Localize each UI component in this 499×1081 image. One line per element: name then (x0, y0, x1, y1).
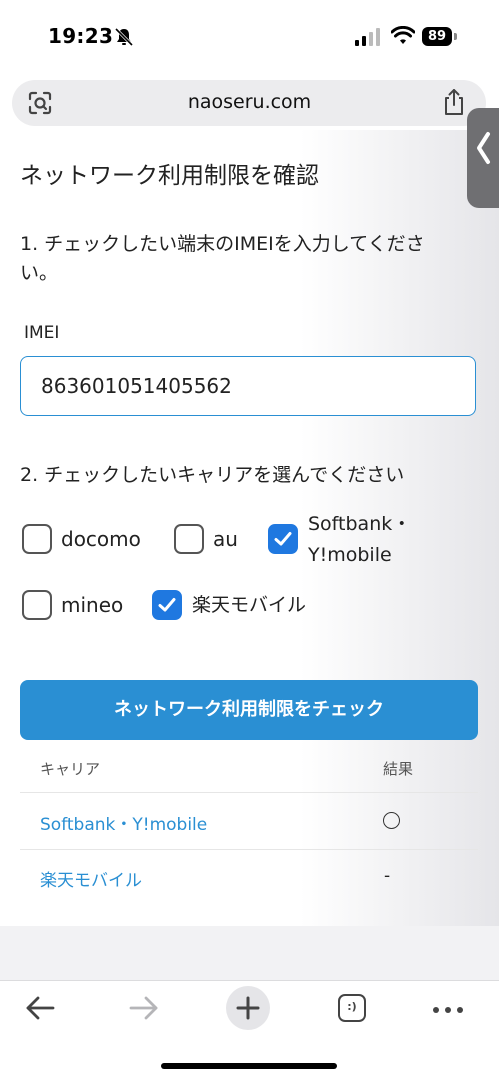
new-tab-button[interactable] (226, 986, 270, 1030)
status-bar: 19:23 89 (0, 0, 499, 74)
battery-level: 89 (422, 27, 452, 46)
table-divider (20, 792, 478, 793)
checkbox-mineo[interactable] (22, 590, 52, 620)
checkbox-softbank[interactable] (268, 524, 298, 554)
cellular-signal-icon (355, 28, 380, 46)
more-dots-icon[interactable] (432, 1006, 464, 1014)
checkbox-label-rakuten[interactable]: 楽天モバイル (192, 590, 306, 620)
checkbox-label-softbank[interactable]: Softbank・Y!mobile (308, 509, 428, 571)
checkmark-icon (158, 598, 176, 612)
tabs-button[interactable]: :) (338, 994, 366, 1022)
result-ok-icon (383, 812, 400, 829)
wifi-icon (391, 26, 415, 44)
page-title: ネットワーク利用制限を確認 (20, 163, 319, 189)
imei-label: IMEI (24, 323, 60, 343)
check-network-restriction-button[interactable]: ネットワーク利用制限をチェック (20, 680, 478, 740)
table-divider (20, 849, 478, 850)
table-header-carrier: キャリア (40, 760, 101, 778)
step1-instruction: 1. チェックしたい端末のIMEIを入力してください。 (20, 233, 425, 284)
step2-instruction: 2. チェックしたいキャリアを選んでください (20, 464, 405, 486)
checkbox-rakuten[interactable] (152, 590, 182, 620)
url-text[interactable]: naoseru.com (0, 91, 499, 113)
forward-arrow-icon[interactable] (128, 994, 160, 1022)
table-row-carrier-link[interactable]: Softbank・Y!mobile (40, 810, 207, 835)
imei-input[interactable] (20, 356, 476, 416)
battery-tip (454, 33, 457, 40)
checkbox-label-mineo[interactable]: mineo (61, 590, 123, 620)
status-time: 19:23 (48, 24, 114, 48)
chevron-left-icon (477, 132, 490, 164)
checkbox-label-docomo[interactable]: docomo (61, 524, 141, 554)
checkbox-label-au[interactable]: au (213, 524, 238, 554)
checkbox-docomo[interactable] (22, 524, 52, 554)
share-icon[interactable] (442, 88, 466, 116)
checkbox-au[interactable] (174, 524, 204, 554)
plus-icon (236, 996, 260, 1020)
checkmark-icon (274, 532, 292, 546)
back-arrow-icon[interactable] (24, 994, 56, 1022)
table-header-result: 結果 (383, 760, 414, 778)
bell-muted-icon (114, 27, 134, 47)
table-row-carrier-link[interactable]: 楽天モバイル (40, 866, 142, 891)
page-footer-band (0, 926, 499, 980)
home-indicator (161, 1063, 337, 1069)
table-row-result: - (384, 866, 391, 886)
